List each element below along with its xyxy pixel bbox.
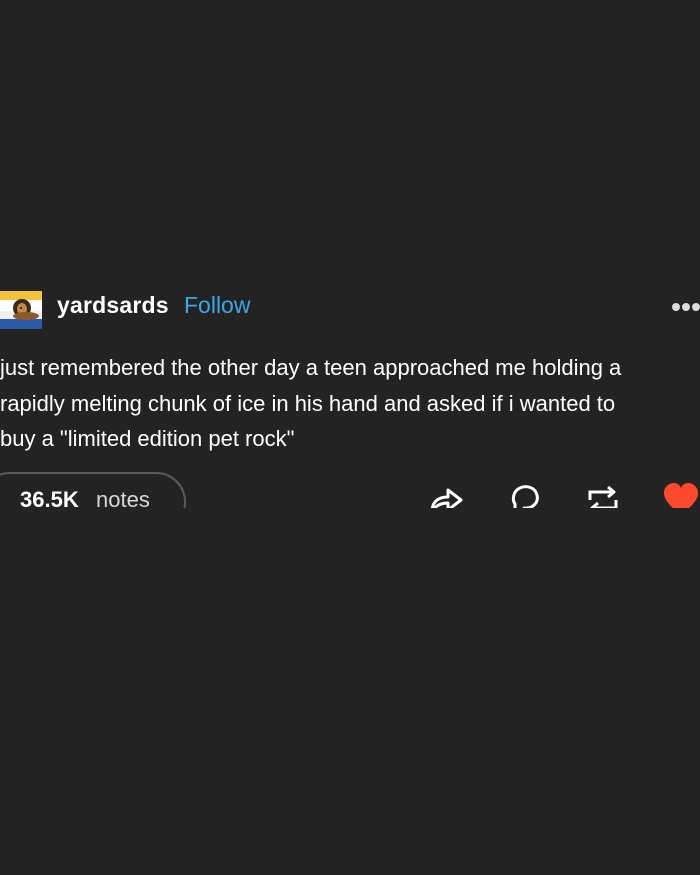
reblog-button[interactable] — [585, 482, 621, 508]
notes-count: 36.5K — [20, 487, 79, 508]
reblog-icon — [588, 485, 618, 508]
like-button[interactable] — [662, 482, 700, 508]
more-dots-icon — [672, 303, 700, 311]
post-card: yardsards Follow just remembered the oth… — [0, 286, 700, 508]
notes-label: notes — [96, 487, 150, 508]
username[interactable]: yardsards — [57, 292, 169, 319]
post-text-line: rapidly melting chunk of ice in his hand… — [0, 390, 616, 416]
follow-button[interactable]: Follow — [184, 292, 250, 319]
avatar[interactable] — [0, 291, 42, 329]
page: yardsards Follow just remembered the oth… — [0, 0, 700, 875]
share-button[interactable] — [428, 482, 464, 508]
post-body: just remembered the other day a teen app… — [0, 350, 700, 457]
heart-icon — [664, 483, 698, 508]
more-options-button[interactable] — [670, 300, 700, 312]
share-icon — [430, 488, 463, 508]
post-text-line: just remembered the other day a teen app… — [0, 355, 622, 380]
post-header: yardsards Follow — [0, 286, 700, 329]
reply-icon — [511, 485, 539, 508]
reply-button[interactable] — [508, 482, 544, 508]
lion-avatar-icon — [0, 291, 42, 329]
post-text-line: buy a "limited edition pet rock" — [0, 426, 295, 451]
